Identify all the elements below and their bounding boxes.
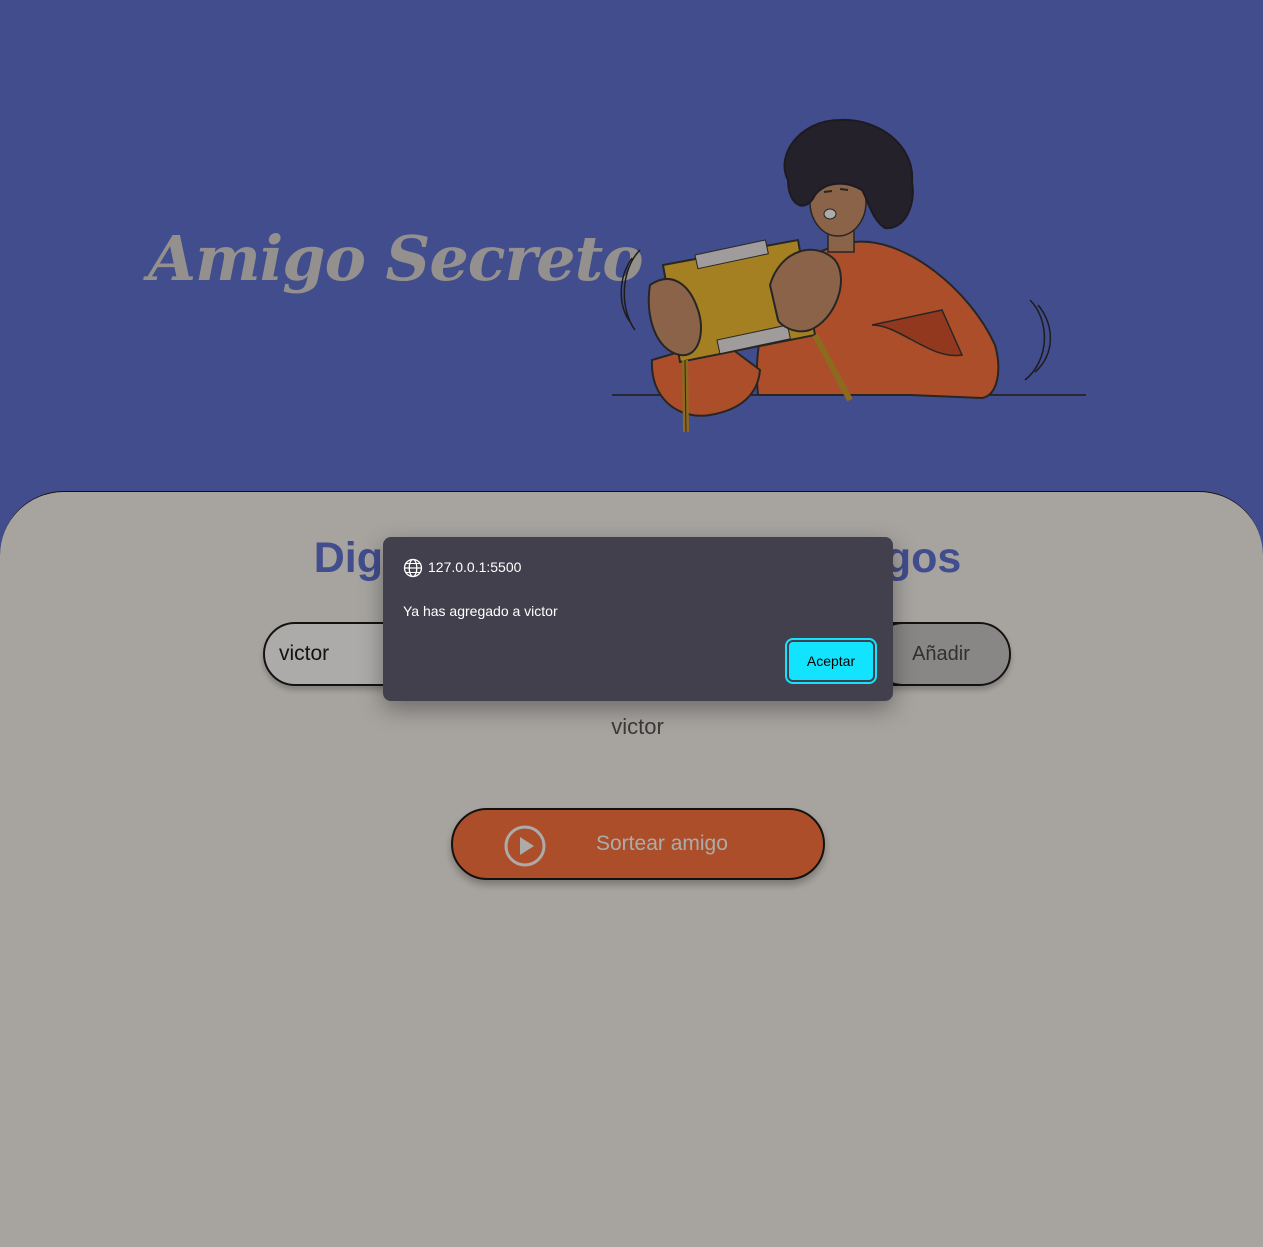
dialog-origin: 127.0.0.1:5500	[428, 559, 522, 575]
globe-icon	[403, 558, 423, 578]
dialog-message: Ya has agregado a victor	[403, 603, 558, 619]
alert-dialog: 127.0.0.1:5500 Ya has agregado a victor …	[383, 537, 893, 701]
accept-button[interactable]: Aceptar	[785, 638, 877, 684]
